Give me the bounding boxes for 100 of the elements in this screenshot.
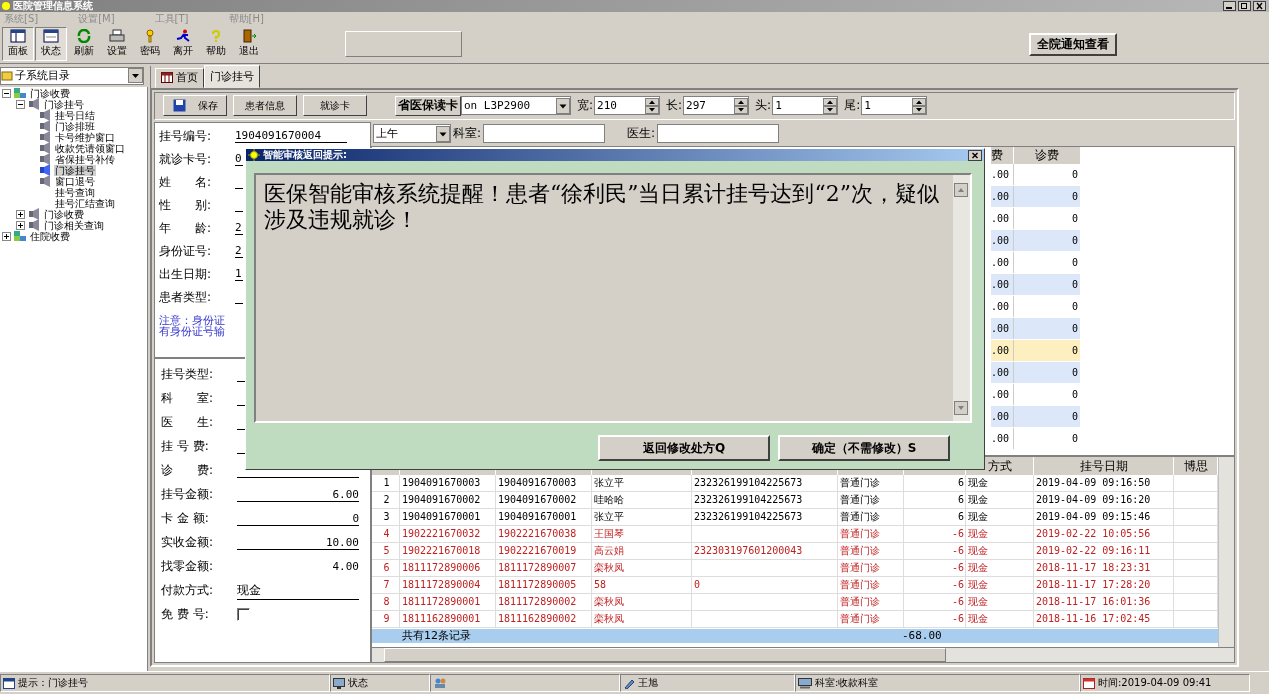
table-cell: 1902221670018	[400, 542, 496, 559]
tree-item[interactable]: 门诊挂号	[54, 164, 96, 176]
panel-icon	[10, 29, 26, 44]
scroll-down-icon[interactable]	[954, 401, 968, 415]
grid-row[interactable]: .00 0	[991, 273, 1080, 295]
spin-field[interactable]: 1	[861, 96, 928, 116]
spin-field[interactable]: 1	[772, 96, 839, 116]
table-cell: 6	[904, 491, 966, 508]
grid-row[interactable]: .00 0	[991, 229, 1080, 251]
speaker-icon	[27, 98, 41, 111]
refresh-icon	[76, 29, 92, 44]
doctor-field[interactable]	[657, 124, 780, 144]
grid-row[interactable]: .00 0	[991, 295, 1080, 317]
table-cell: 1811162890001	[400, 610, 496, 627]
action-button[interactable]: 就诊卡	[303, 95, 367, 117]
window-icon	[3, 677, 15, 689]
sun-icon	[248, 149, 260, 161]
field-value: 1904091670004	[235, 129, 347, 144]
dialog-button[interactable]: 确定（不需修改）S	[778, 435, 950, 461]
tree-item[interactable]: 窗口退号	[54, 175, 96, 187]
grid-row[interactable]: .00 0	[991, 361, 1080, 383]
toolbar-button[interactable]: 面板	[2, 27, 34, 62]
tree-item[interactable]: 挂号汇结查询	[54, 197, 116, 209]
tree-item[interactable]: 挂号日结	[54, 109, 96, 121]
speaker-icon	[38, 153, 52, 166]
status-text: 科室:收款科室	[815, 676, 879, 691]
table-cell: -6	[904, 593, 966, 610]
subsystem-dropdown[interactable]: 子系统目录	[0, 66, 144, 85]
table-cell: .00	[991, 295, 1014, 317]
table-cell: 1811162890002	[496, 610, 592, 627]
table-cell: 1902221670019	[496, 542, 592, 559]
field-value: 10.00	[237, 535, 359, 550]
expander-icon[interactable]	[2, 231, 11, 241]
spin-field[interactable]: 210	[594, 96, 661, 116]
grid-row[interactable]: .00 0	[991, 163, 1080, 185]
action-button[interactable]: 保存	[163, 95, 227, 117]
spin-field[interactable]: 297	[683, 96, 750, 116]
table-cell: -6	[904, 610, 966, 627]
table-cell: 普通门诊	[838, 559, 904, 576]
speaker-icon	[38, 142, 52, 155]
table-cell: -6	[904, 576, 966, 593]
grid-row[interactable]: .00 0	[991, 383, 1080, 405]
grid-row[interactable]: .00 0	[991, 251, 1080, 273]
department-field[interactable]	[483, 124, 606, 144]
grid-row[interactable]: .00 0	[991, 317, 1080, 339]
grid-row[interactable]: .00 0	[991, 405, 1080, 427]
expander-icon[interactable]	[16, 209, 25, 219]
dialog-button[interactable]: 返回修改处方Q	[598, 435, 770, 461]
tree-item[interactable]: 门诊收费	[29, 87, 71, 99]
tree-item[interactable]: 门诊挂号	[43, 98, 85, 110]
table-cell: .00	[991, 273, 1014, 295]
close-icon[interactable]	[1253, 1, 1266, 11]
tree-item[interactable]: 住院收费	[29, 230, 71, 242]
table-cell: 2	[372, 491, 400, 508]
table-cell: 5	[372, 542, 400, 559]
grid-row[interactable]: .00 0	[991, 207, 1080, 229]
grid-row[interactable]: .00 0	[991, 427, 1080, 449]
printer-dropdown[interactable]: on L3P2900	[461, 96, 571, 116]
tree-item[interactable]: 省保挂号补传	[54, 153, 116, 165]
minimize-icon[interactable]	[1223, 1, 1236, 11]
tree-item[interactable]: 卡号维护窗口	[54, 131, 116, 143]
status-text: 状态	[348, 676, 368, 691]
expander-icon[interactable]	[16, 99, 25, 109]
field-label: 付款方式:	[161, 582, 215, 600]
table-cell: 普通门诊	[838, 542, 904, 559]
period-dropdown[interactable]: 上午	[373, 124, 451, 144]
table-cell: 1	[372, 474, 400, 491]
scroll-up-icon[interactable]	[954, 183, 968, 197]
notice-button[interactable]: 全院通知查看	[1029, 32, 1117, 56]
tree-item[interactable]: 挂号查询	[54, 186, 96, 198]
grid-row[interactable]: .00 0	[991, 185, 1080, 207]
table-cell: 王国琴	[592, 525, 692, 542]
table-cell-text: 0	[1070, 211, 1079, 226]
tree-item[interactable]: 门诊相关查询	[43, 219, 105, 231]
field-label: 尾:	[844, 97, 861, 115]
tab[interactable]: 门诊挂号	[204, 64, 260, 88]
toolbar-button[interactable]: 状态	[35, 27, 67, 62]
horizontal-scrollbar[interactable]	[371, 647, 1235, 664]
tree-item[interactable]: 收款凭请领窗口	[54, 142, 126, 154]
expander-icon[interactable]	[16, 220, 25, 230]
table-cell: 0	[1014, 273, 1080, 295]
expander-icon[interactable]	[2, 88, 11, 98]
field-label: 诊 费:	[161, 462, 215, 480]
alert-message: 医保智能审核系统提醒！患者“徐利民”当日累计挂号达到“2”次，疑似涉及违规就诊！	[263, 180, 940, 234]
close-icon[interactable]	[968, 149, 982, 161]
table-cell: 2018-11-17 17:28:20	[1034, 576, 1174, 593]
table-cell: 1904091670002	[496, 491, 592, 508]
table-cell: 2019-02-22 09:16:11	[1034, 542, 1174, 559]
card-reader-button[interactable]: 省医保读卡	[395, 95, 461, 116]
tree-item[interactable]: 门诊收费	[43, 208, 85, 220]
window-icon	[43, 29, 59, 44]
table-cell: 0	[1014, 185, 1080, 207]
tab[interactable]: 首页	[155, 67, 204, 88]
field-value: 0	[235, 152, 243, 167]
grid-row[interactable]: .00 0	[991, 339, 1080, 361]
calendar-icon	[1083, 677, 1095, 689]
vertical-scrollbar[interactable]	[1218, 456, 1234, 648]
tree-item[interactable]: 门诊排班	[54, 120, 96, 132]
restore-icon[interactable]	[1238, 1, 1251, 11]
action-button[interactable]: 患者信息	[233, 95, 297, 117]
